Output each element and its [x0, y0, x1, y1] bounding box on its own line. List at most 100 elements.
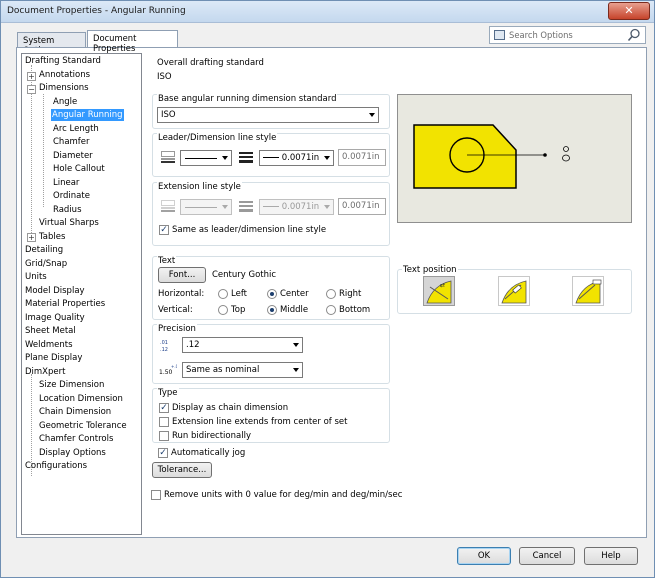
- ok-button[interactable]: OK: [457, 547, 511, 565]
- font-name: Century Gothic: [212, 270, 277, 280]
- extension-line-style-select[interactable]: [180, 199, 232, 215]
- line-thickness-icon: [161, 200, 175, 212]
- overall-standard-value: ISO: [157, 72, 172, 82]
- options-tree[interactable]: + − + Drafting Standard Annotations Dime…: [21, 53, 142, 535]
- tolerance-precision-select[interactable]: Same as nominal: [182, 362, 303, 378]
- tree-item-chain-dimension[interactable]: Chain Dimension: [38, 406, 112, 418]
- primary-precision-select[interactable]: .12: [182, 337, 303, 353]
- search-input[interactable]: Search Options: [489, 26, 646, 44]
- horizontal-center-label: Center: [280, 289, 309, 299]
- precision-label: Precision: [157, 324, 197, 334]
- horizontal-right-radio[interactable]: [326, 289, 336, 299]
- tree-item-configurations[interactable]: Configurations: [24, 460, 88, 472]
- leader-thickness-select[interactable]: 0.0071in: [259, 150, 334, 166]
- tree-item-units[interactable]: Units: [24, 271, 48, 283]
- tree-item-sheet-metal[interactable]: Sheet Metal: [24, 325, 77, 337]
- tree-item-diameter[interactable]: Diameter: [52, 150, 94, 162]
- type-label: Type: [157, 388, 179, 398]
- tree-item-arc-length[interactable]: Arc Length: [52, 123, 100, 135]
- horizontal-left-label: Left: [231, 289, 247, 299]
- same-as-leader-checkbox[interactable]: ✓: [159, 225, 169, 235]
- text-position-icon: [575, 279, 602, 304]
- primary-precision-icon: .01 .12: [160, 340, 168, 352]
- collapse-dimensions-icon[interactable]: −: [27, 85, 36, 94]
- tree-item-tables[interactable]: Tables: [38, 231, 66, 243]
- tree-item-weldments[interactable]: Weldments: [24, 339, 74, 351]
- extension-style-group: Extension line style 0.0071in 0.0071in ✓…: [152, 182, 390, 246]
- leader-line-style-select[interactable]: [180, 150, 232, 166]
- leader-custom-thickness-field[interactable]: 0.0071in: [338, 149, 386, 166]
- text-position-label: Text position: [402, 265, 458, 275]
- vertical-middle-radio[interactable]: [267, 305, 277, 315]
- automatically-jog-label: Automatically jog: [171, 448, 246, 458]
- line-thickness-icon: [161, 151, 175, 163]
- tree-item-angle[interactable]: Angle: [52, 96, 78, 108]
- leader-thickness-value: 0.0071in: [281, 153, 320, 163]
- base-standard-select[interactable]: ISO: [157, 107, 379, 123]
- tree-item-location-dimension[interactable]: Location Dimension: [38, 393, 124, 405]
- primary-precision-value: .12: [186, 340, 200, 350]
- text-position-icon: ⇄: [426, 280, 452, 304]
- svg-text:1.50: 1.50: [159, 369, 173, 376]
- line-weight-icon: [239, 152, 253, 163]
- text-position-horizontal-button[interactable]: ⇄: [423, 276, 455, 306]
- extension-style-label: Extension line style: [157, 182, 242, 192]
- run-bidirectionally-checkbox[interactable]: [159, 431, 169, 441]
- tree-item-hole-callout[interactable]: Hole Callout: [52, 163, 106, 175]
- overall-standard-label: Overall drafting standard: [157, 58, 264, 68]
- search-icon[interactable]: [627, 28, 641, 42]
- tree-item-chamfer[interactable]: Chamfer: [52, 136, 91, 148]
- expand-annotations-icon[interactable]: +: [27, 72, 36, 81]
- tree-item-ordinate[interactable]: Ordinate: [52, 190, 91, 202]
- vertical-middle-label: Middle: [280, 305, 309, 315]
- leader-style-group: Leader/Dimension line style 0.0071in 0.0…: [152, 133, 390, 177]
- tree-item-linear[interactable]: Linear: [52, 177, 80, 189]
- automatically-jog-checkbox[interactable]: ✓: [158, 448, 168, 458]
- expand-tables-icon[interactable]: +: [27, 233, 36, 242]
- tree-item-display-options[interactable]: Display Options: [38, 447, 107, 459]
- horizontal-left-radio[interactable]: [218, 289, 228, 299]
- tab-system-options[interactable]: System Options: [17, 32, 86, 55]
- tree-item-drafting-standard[interactable]: Drafting Standard: [24, 55, 102, 67]
- text-group: Text Font... Century Gothic Horizontal: …: [152, 256, 390, 320]
- svg-text:+.01: +.01: [171, 364, 177, 369]
- vertical-bottom-radio[interactable]: [326, 305, 336, 315]
- help-button[interactable]: Help: [584, 547, 638, 565]
- chevron-down-icon: [222, 156, 228, 160]
- extension-thickness-select[interactable]: 0.0071in: [259, 199, 334, 215]
- tab-document-properties[interactable]: Document Properties: [87, 30, 178, 53]
- vertical-top-radio[interactable]: [218, 305, 228, 315]
- text-position-offset-button[interactable]: [572, 276, 604, 306]
- tree-item-model-display[interactable]: Model Display: [24, 285, 86, 297]
- tree-item-material-properties[interactable]: Material Properties: [24, 298, 106, 310]
- cancel-button[interactable]: Cancel: [519, 547, 575, 565]
- dimension-preview: [397, 94, 632, 223]
- tree-item-grid-snap[interactable]: Grid/Snap: [24, 258, 68, 270]
- chain-dimension-checkbox[interactable]: ✓: [159, 403, 169, 413]
- tree-item-detailing[interactable]: Detailing: [24, 244, 64, 256]
- tree-item-dimxpert[interactable]: DimXpert: [24, 366, 66, 378]
- search-placeholder: Search Options: [509, 30, 573, 40]
- tree-item-plane-display[interactable]: Plane Display: [24, 352, 83, 364]
- tree-item-geometric-tolerance[interactable]: Geometric Tolerance: [38, 420, 128, 432]
- remove-units-checkbox[interactable]: [151, 490, 161, 500]
- horizontal-center-radio[interactable]: [267, 289, 277, 299]
- vertical-bottom-label: Bottom: [339, 305, 371, 315]
- tree-item-image-quality[interactable]: Image Quality: [24, 312, 86, 324]
- font-button[interactable]: Font...: [158, 267, 206, 283]
- tree-item-dimensions[interactable]: Dimensions: [38, 82, 90, 94]
- tree-item-angular-running[interactable]: Angular Running: [51, 109, 124, 121]
- extension-custom-thickness-field[interactable]: 0.0071in: [338, 198, 386, 215]
- tree-item-radius[interactable]: Radius: [52, 204, 83, 216]
- extension-center-checkbox[interactable]: [159, 417, 169, 427]
- title-bar: Document Properties - Angular Running ✕: [1, 1, 654, 23]
- tree-item-virtual-sharps[interactable]: Virtual Sharps: [38, 217, 100, 229]
- tree-item-chamfer-controls[interactable]: Chamfer Controls: [38, 433, 114, 445]
- tree-item-annotations[interactable]: Annotations: [38, 69, 91, 81]
- tree-item-size-dimension[interactable]: Size Dimension: [38, 379, 105, 391]
- svg-text:⇄: ⇄: [440, 282, 445, 289]
- close-button[interactable]: ✕: [608, 2, 650, 20]
- text-position-aligned-button[interactable]: [498, 276, 530, 306]
- tolerance-button[interactable]: Tolerance...: [152, 462, 212, 478]
- chevron-down-icon: [222, 205, 228, 209]
